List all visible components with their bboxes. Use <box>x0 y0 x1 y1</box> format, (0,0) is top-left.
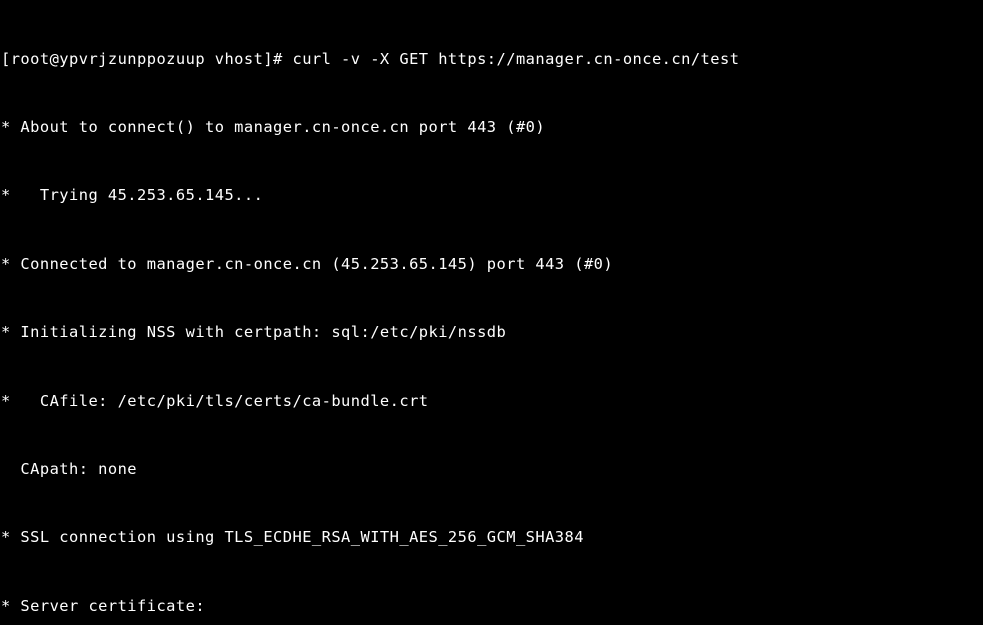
terminal-line-cafile: * CAfile: /etc/pki/tls/certs/ca-bundle.c… <box>1 391 429 410</box>
terminal-line-connected: * Connected to manager.cn-once.cn (45.25… <box>1 254 614 273</box>
terminal-line-trying-ip: * Trying 45.253.65.145... <box>1 186 264 205</box>
terminal-line-prompt-command: [root@ypvrjzunppozuup vhost]# curl -v -X… <box>1 49 740 68</box>
terminal-line-capath: CApath: none <box>1 459 138 478</box>
terminal-line-initializing-nss: * Initializing NSS with certpath: sql:/e… <box>1 323 507 342</box>
terminal-line-server-certificate: * Server certificate: <box>1 596 206 615</box>
terminal-screen[interactable]: [root@ypvrjzunppozuup vhost]# curl -v -X… <box>0 0 983 625</box>
terminal-line-about-to-connect: * About to connect() to manager.cn-once.… <box>1 117 546 136</box>
terminal-line-ssl-connection: * SSL connection using TLS_ECDHE_RSA_WIT… <box>1 528 584 547</box>
